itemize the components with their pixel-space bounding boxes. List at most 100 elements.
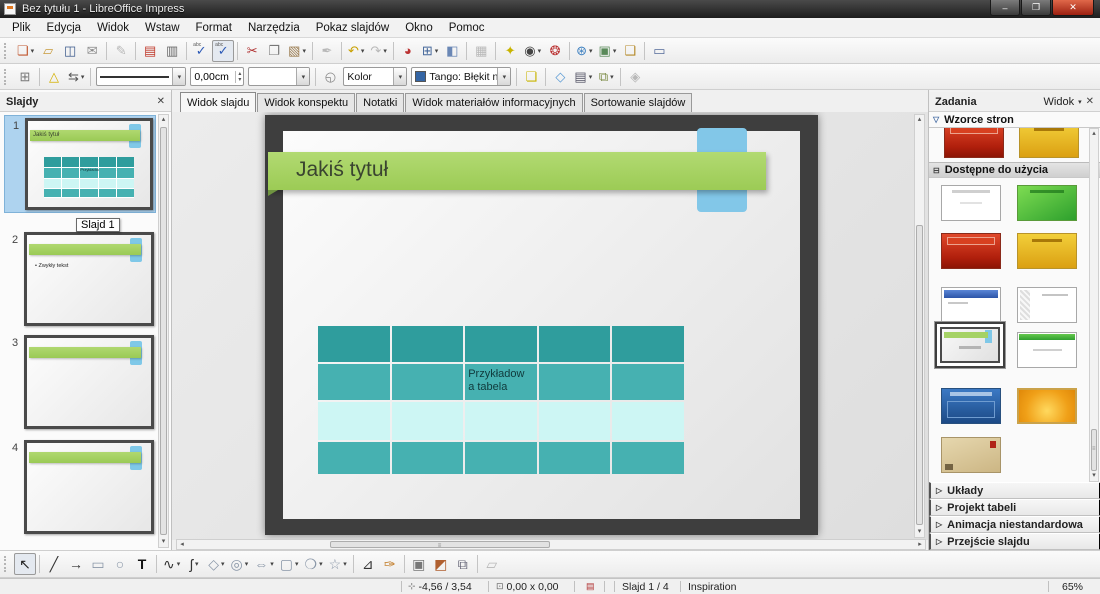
minimize-button[interactable]: – bbox=[990, 0, 1020, 16]
image-icon[interactable]: ▣▾ bbox=[596, 40, 620, 62]
slide-table[interactable]: Przykładowa tabela bbox=[318, 326, 684, 476]
fontwork-icon[interactable]: ✑ bbox=[379, 553, 401, 575]
slide-thumbnail-2[interactable]: 2• Zwykły tekst bbox=[4, 230, 156, 328]
template-blue-title[interactable] bbox=[941, 287, 1001, 323]
menu-wstaw[interactable]: Wstaw bbox=[137, 20, 188, 36]
flowchart-icon[interactable]: ▢▾ bbox=[277, 553, 302, 575]
dropdown-arrow[interactable]: ▾ bbox=[383, 47, 387, 55]
copy-icon[interactable]: ❐ bbox=[263, 40, 285, 62]
navigator-icon[interactable]: ✦ bbox=[499, 40, 521, 62]
gallery2-icon[interactable]: ◩ bbox=[430, 553, 452, 575]
table-cell[interactable] bbox=[465, 326, 537, 362]
dropdown-arrow[interactable]: ▾ bbox=[361, 47, 365, 55]
horizontal-scrollbar[interactable]: ◂ ≡ ▸ bbox=[176, 539, 926, 550]
select-icon[interactable]: ↖ bbox=[14, 553, 36, 575]
table-cell[interactable] bbox=[612, 326, 684, 362]
text-icon[interactable]: T bbox=[131, 553, 153, 575]
template-blue[interactable] bbox=[941, 388, 1001, 424]
dropdown-arrow[interactable]: ▾ bbox=[589, 73, 593, 81]
scroll-right-icon[interactable]: ▸ bbox=[915, 541, 925, 549]
line-width-spinner[interactable]: 0,00cm▴▾ bbox=[190, 67, 244, 86]
section-slide-transition[interactable]: ▷Przejście slajdu bbox=[929, 533, 1100, 550]
callouts-icon[interactable]: ❍▾ bbox=[302, 553, 326, 575]
basic-shapes-icon[interactable]: ◇▾ bbox=[205, 553, 227, 575]
dropdown-arrow[interactable]: ▾ bbox=[302, 47, 306, 55]
slide-edit-area[interactable]: Jakiś tytuł Przykładowa tabela bbox=[172, 112, 928, 540]
toolbar-grip[interactable] bbox=[4, 556, 10, 572]
table-cell[interactable]: Przykładowa tabela bbox=[465, 364, 537, 400]
template-name-cell[interactable]: Inspiration bbox=[688, 579, 736, 594]
close-button[interactable]: ✕ bbox=[1052, 0, 1094, 16]
print-icon[interactable]: ▥ bbox=[161, 40, 183, 62]
group-icon[interactable]: ⧉ bbox=[452, 553, 474, 575]
table-cell[interactable] bbox=[612, 364, 684, 400]
arrow-style-icon[interactable]: ⇆▾ bbox=[65, 66, 87, 88]
template-yellow[interactable] bbox=[1017, 233, 1077, 269]
slides-scrollbar[interactable]: ▴ ▾ bbox=[158, 114, 169, 548]
table-cell[interactable] bbox=[318, 402, 390, 440]
section-table-design[interactable]: ▷Projekt tabeli bbox=[929, 499, 1100, 516]
scroll-left-icon[interactable]: ◂ bbox=[177, 541, 187, 549]
dropdown-arrow[interactable]: ▾ bbox=[270, 560, 274, 568]
section-available[interactable]: ⊟ Dostępne do użycia bbox=[929, 162, 1100, 178]
symbol-shapes-icon[interactable]: ◎▾ bbox=[228, 553, 252, 575]
tab-widok-slajdu[interactable]: Widok slajdu bbox=[180, 92, 256, 112]
master-template-red[interactable] bbox=[944, 128, 1004, 158]
dropdown-arrow[interactable]: ▾ bbox=[221, 560, 225, 568]
spin-down-icon[interactable]: ▾ bbox=[238, 77, 241, 83]
spellcheck-icon[interactable]: ✓abc bbox=[190, 40, 212, 62]
scroll-up-icon[interactable]: ▴ bbox=[159, 116, 168, 124]
fill-color-select[interactable]: Tango: Błękit ni▾ bbox=[411, 67, 511, 86]
zoom-level-cell[interactable]: 65% bbox=[1062, 579, 1083, 594]
chart-icon[interactable]: ◕ bbox=[397, 40, 419, 62]
dropdown-arrow[interactable]: ▾ bbox=[538, 47, 542, 55]
table-cell[interactable] bbox=[612, 402, 684, 440]
slide-number-cell[interactable]: Slajd 1 / 4 bbox=[622, 579, 669, 594]
table-cell[interactable] bbox=[539, 364, 611, 400]
new-presentation-icon[interactable]: ❏▾ bbox=[14, 40, 37, 62]
menu-narzędzia[interactable]: Narzędzia bbox=[240, 20, 308, 36]
ellipse-icon[interactable]: ○ bbox=[109, 553, 131, 575]
arrange-icon[interactable]: ⧉▾ bbox=[595, 66, 617, 88]
toolbar-grip[interactable] bbox=[4, 43, 10, 59]
table-cell[interactable] bbox=[318, 364, 390, 400]
template-white[interactable] bbox=[941, 185, 1001, 221]
shadow-icon[interactable]: ❏ bbox=[520, 66, 542, 88]
line-color-select[interactable]: ▾ bbox=[248, 67, 310, 86]
slides-scrollbar-thumb[interactable] bbox=[160, 127, 167, 535]
block-arrows-icon[interactable]: ⇔▾ bbox=[251, 553, 277, 575]
dropdown-arrow[interactable]: ▾ bbox=[81, 73, 85, 81]
toolbar-grip[interactable] bbox=[4, 69, 10, 85]
template-red[interactable] bbox=[941, 233, 1001, 269]
template-orange[interactable] bbox=[1017, 388, 1077, 424]
selected-template-frame[interactable] bbox=[935, 322, 1005, 368]
cut-icon[interactable]: ✂ bbox=[241, 40, 263, 62]
scroll-down-icon[interactable]: ▾ bbox=[1090, 472, 1098, 480]
slide-thumbnail-3[interactable]: 3 bbox=[4, 333, 156, 431]
table-cell[interactable] bbox=[318, 326, 390, 362]
master-template-yellow[interactable] bbox=[1019, 128, 1079, 158]
menu-format[interactable]: Format bbox=[188, 20, 240, 36]
dropdown-arrow[interactable]: ▾ bbox=[435, 47, 439, 55]
scroll-up-icon[interactable]: ▴ bbox=[915, 116, 924, 124]
rectangle-icon[interactable]: ▭ bbox=[87, 553, 109, 575]
template-green-bar[interactable] bbox=[1017, 332, 1077, 368]
area-style-icon[interactable]: ◵ bbox=[319, 66, 341, 88]
dropdown-arrow[interactable]: ▾ bbox=[610, 73, 614, 81]
hyperlink-icon[interactable]: ⊛▾ bbox=[573, 40, 595, 62]
vertical-scrollbar-thumb[interactable] bbox=[916, 225, 923, 525]
dropdown-arrow[interactable]: ▾ bbox=[295, 560, 299, 568]
table-cell[interactable] bbox=[465, 402, 537, 440]
text-document-icon[interactable]: ❑ bbox=[619, 40, 641, 62]
slide-thumbnail-4[interactable]: 4 bbox=[4, 438, 156, 536]
paste-icon[interactable]: ▧▾ bbox=[285, 40, 309, 62]
menu-edycja[interactable]: Edycja bbox=[39, 20, 90, 36]
dropdown-arrow[interactable]: ▾ bbox=[177, 560, 181, 568]
dropdown-arrow[interactable]: ▾ bbox=[613, 47, 617, 55]
tab-notatki[interactable]: Notatki bbox=[356, 93, 404, 112]
section-layouts[interactable]: ▷Układy bbox=[929, 482, 1100, 499]
email-icon[interactable]: ✉ bbox=[81, 40, 103, 62]
template-inspiration[interactable] bbox=[940, 327, 1000, 363]
table-cell[interactable] bbox=[392, 442, 464, 474]
gallery-icon[interactable]: ◧ bbox=[441, 40, 463, 62]
